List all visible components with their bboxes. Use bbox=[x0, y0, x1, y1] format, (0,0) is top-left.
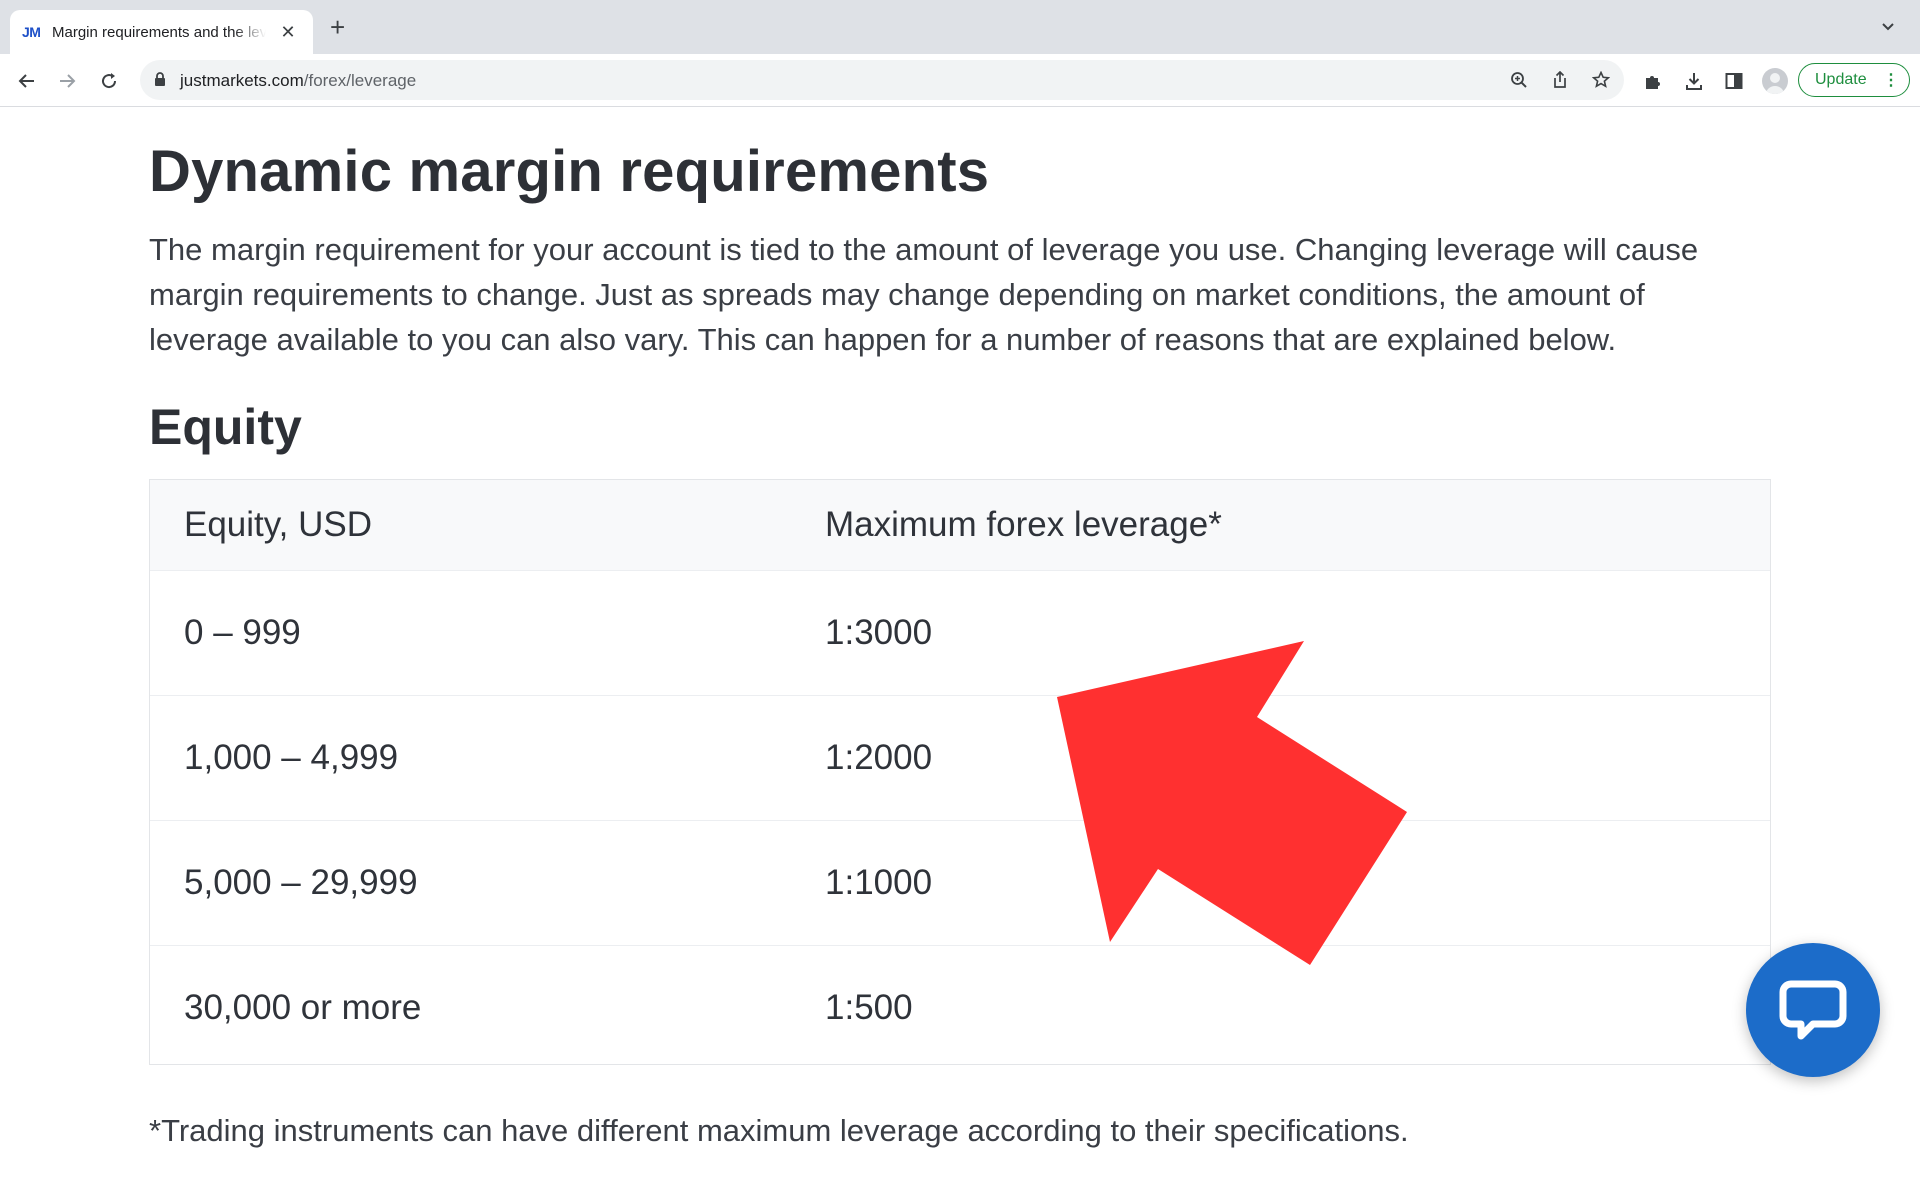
chat-button[interactable] bbox=[1746, 943, 1880, 1077]
chat-bubble-icon bbox=[1779, 980, 1847, 1040]
annotation-arrow-icon bbox=[1057, 641, 1407, 965]
annotation-arrow-shape bbox=[1057, 641, 1407, 965]
